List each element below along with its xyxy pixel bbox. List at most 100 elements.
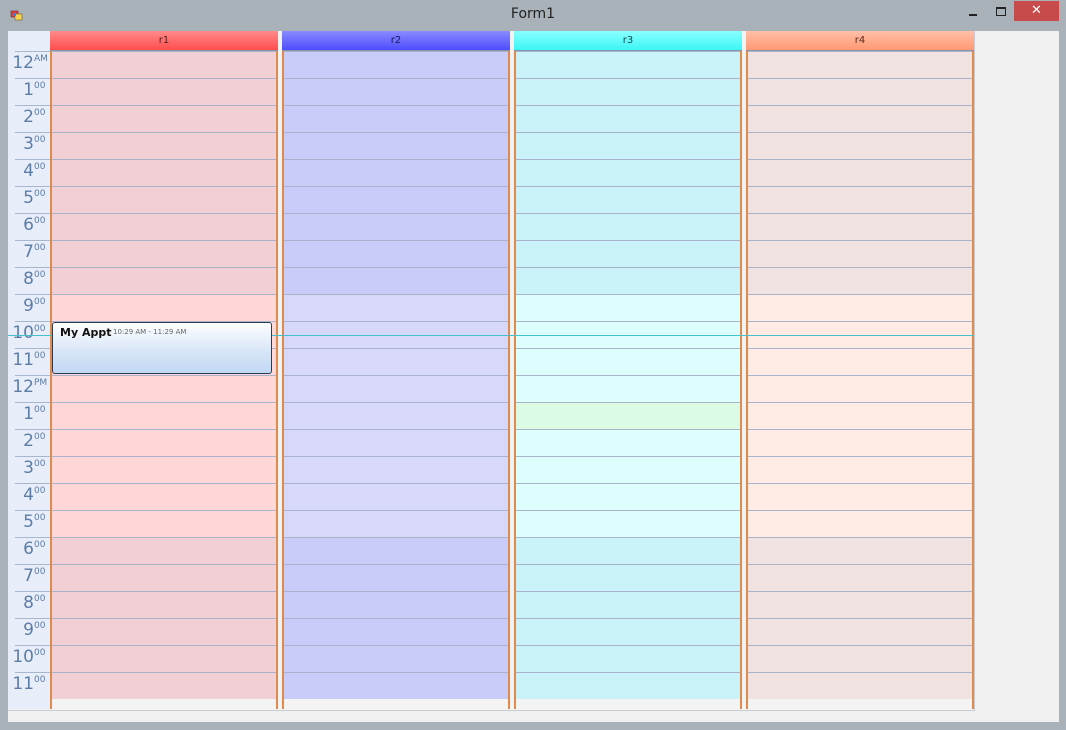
time-slot[interactable] (52, 645, 276, 672)
time-slot[interactable] (748, 132, 972, 159)
time-slot[interactable] (52, 591, 276, 618)
time-slot[interactable] (284, 78, 508, 105)
time-slot[interactable] (52, 240, 276, 267)
resource-slots-r2[interactable] (282, 51, 510, 709)
time-slot[interactable] (748, 591, 972, 618)
time-slot[interactable] (52, 105, 276, 132)
time-slot[interactable] (748, 348, 972, 375)
time-slot[interactable] (748, 510, 972, 537)
time-slot[interactable] (284, 483, 508, 510)
time-slot[interactable] (516, 672, 740, 699)
time-slot[interactable] (52, 510, 276, 537)
time-slot[interactable] (52, 213, 276, 240)
time-slot[interactable] (52, 375, 276, 402)
time-slot[interactable] (284, 672, 508, 699)
time-slot[interactable] (284, 240, 508, 267)
time-slot[interactable] (748, 267, 972, 294)
resource-column-r3[interactable]: r3 (514, 31, 742, 710)
resource-slots-r1[interactable] (50, 51, 278, 709)
time-slot[interactable] (748, 672, 972, 699)
time-slot[interactable] (516, 591, 740, 618)
time-slot[interactable] (52, 456, 276, 483)
time-slot[interactable] (52, 672, 276, 699)
time-slot[interactable] (52, 132, 276, 159)
time-slot[interactable] (284, 267, 508, 294)
time-slot[interactable] (748, 483, 972, 510)
time-slot[interactable] (52, 267, 276, 294)
time-slot[interactable] (516, 375, 740, 402)
time-slot[interactable] (748, 456, 972, 483)
time-slot[interactable] (284, 294, 508, 321)
time-slot[interactable] (284, 537, 508, 564)
time-slot[interactable] (52, 564, 276, 591)
time-slot[interactable] (748, 618, 972, 645)
time-slot[interactable] (516, 186, 740, 213)
time-slot[interactable] (516, 348, 740, 375)
time-slot[interactable] (52, 618, 276, 645)
time-slot[interactable] (284, 348, 508, 375)
resource-column-r4[interactable]: r4 (746, 31, 974, 710)
time-slot[interactable] (516, 240, 740, 267)
time-slot[interactable] (748, 375, 972, 402)
time-slot[interactable] (516, 564, 740, 591)
maximize-button[interactable] (986, 2, 1016, 22)
time-slot[interactable] (516, 537, 740, 564)
time-slot[interactable] (284, 645, 508, 672)
time-slot[interactable] (52, 51, 276, 78)
time-slot[interactable] (284, 564, 508, 591)
time-slot[interactable] (284, 618, 508, 645)
time-slot[interactable] (516, 267, 740, 294)
title-bar[interactable]: Form1 ✕ (0, 0, 1066, 30)
time-slot[interactable] (284, 429, 508, 456)
time-slot[interactable] (516, 294, 740, 321)
time-slot[interactable] (52, 537, 276, 564)
time-slot[interactable] (516, 51, 740, 78)
resource-slots-r4[interactable] (746, 51, 974, 709)
day-view-calendar[interactable]: 12 AM 1 00 2 00 3 00 4 00 5 00 6 00 7 00 8 00 9 00 10 00 11 00 1… (8, 31, 975, 711)
time-slot[interactable] (284, 510, 508, 537)
time-slot[interactable] (284, 213, 508, 240)
time-slot[interactable] (516, 618, 740, 645)
time-slot[interactable] (52, 483, 276, 510)
time-slot[interactable] (748, 429, 972, 456)
time-slot[interactable] (748, 294, 972, 321)
time-slot[interactable] (748, 645, 972, 672)
close-button[interactable]: ✕ (1014, 1, 1059, 21)
time-slot[interactable] (284, 51, 508, 78)
time-slot[interactable] (748, 537, 972, 564)
time-slot[interactable] (52, 402, 276, 429)
time-slot[interactable] (52, 429, 276, 456)
time-slot[interactable] (284, 402, 508, 429)
time-slot[interactable] (748, 240, 972, 267)
resource-header-r3[interactable]: r3 (514, 31, 742, 51)
time-slot[interactable] (748, 78, 972, 105)
time-slot[interactable] (748, 159, 972, 186)
time-slot[interactable] (748, 105, 972, 132)
time-slot[interactable] (516, 645, 740, 672)
time-slot[interactable] (516, 402, 740, 429)
time-slot[interactable] (748, 186, 972, 213)
time-slot[interactable] (516, 213, 740, 240)
time-slot[interactable] (284, 132, 508, 159)
resource-header-r1[interactable]: r1 (50, 31, 278, 51)
time-slot[interactable] (516, 78, 740, 105)
time-slot[interactable] (516, 105, 740, 132)
time-slot[interactable] (516, 159, 740, 186)
time-slot[interactable] (748, 564, 972, 591)
time-slot[interactable] (284, 591, 508, 618)
time-slot[interactable] (516, 483, 740, 510)
time-slot[interactable] (516, 456, 740, 483)
time-slot[interactable] (52, 186, 276, 213)
time-slot[interactable] (748, 51, 972, 78)
time-slot[interactable] (516, 429, 740, 456)
appointment-my-appt[interactable]: My Appt 10:29 AM - 11:29 AM (52, 322, 272, 374)
time-slot[interactable] (284, 375, 508, 402)
minimize-button[interactable] (958, 2, 988, 22)
time-slot[interactable] (516, 510, 740, 537)
time-slot[interactable] (52, 159, 276, 186)
time-slot[interactable] (284, 186, 508, 213)
resource-header-r4[interactable]: r4 (746, 31, 974, 51)
time-slot[interactable] (284, 159, 508, 186)
time-slot[interactable] (284, 456, 508, 483)
time-slot[interactable] (748, 213, 972, 240)
